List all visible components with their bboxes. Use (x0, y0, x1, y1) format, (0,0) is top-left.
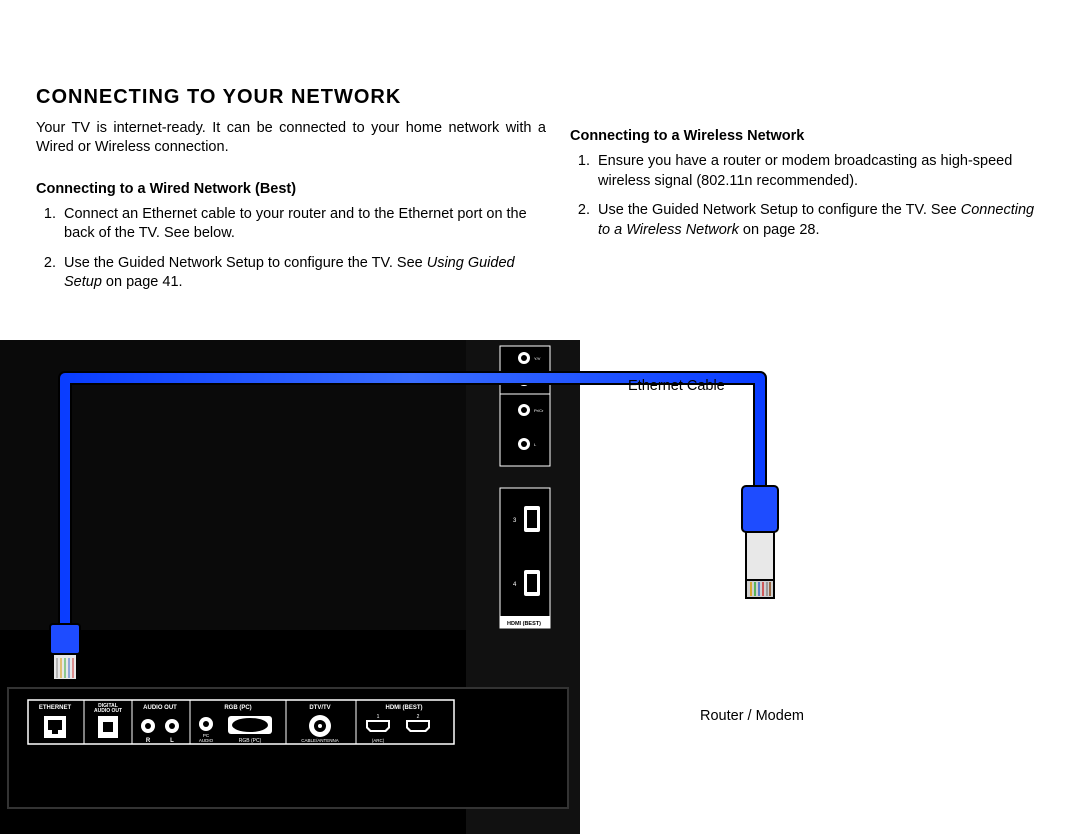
svg-text:CABLE/ANTENNA: CABLE/ANTENNA (301, 738, 339, 743)
wired-step-2b: on page 41. (102, 274, 183, 290)
wireless-heading: Connecting to a Wireless Network (570, 128, 1048, 144)
svg-text:Y/V: Y/V (534, 356, 541, 361)
svg-text:HDMI (BEST): HDMI (BEST) (507, 621, 541, 627)
port-dtvtv-label: DTV/TV (309, 705, 330, 711)
svg-text:2: 2 (417, 714, 420, 720)
svg-text:R: R (146, 738, 151, 744)
ethernet-plug-left-icon (50, 624, 80, 680)
wireless-step-2: Use the Guided Network Setup to configur… (594, 201, 1048, 240)
svg-text:(ARC): (ARC) (372, 738, 385, 743)
svg-text:1: 1 (377, 714, 380, 720)
svg-text:AUDIO OUT: AUDIO OUT (94, 708, 122, 714)
page-title: CONNECTING TO YOUR NETWORK (36, 86, 546, 109)
svg-text:RGB (PC): RGB (PC) (239, 738, 262, 744)
connection-diagram: ETHERNET DIGITAL AUDIO OUT AUDIO OUT RGB… (0, 338, 1080, 834)
wireless-step-1: Ensure you have a router or modem broadc… (594, 152, 1048, 191)
wireless-steps: Ensure you have a router or modem broadc… (570, 152, 1048, 240)
svg-text:AUDIO: AUDIO (199, 738, 214, 743)
wired-step-2: Use the Guided Network Setup to configur… (60, 254, 546, 293)
svg-text:L: L (170, 738, 174, 744)
port-hdmi-best-label: HDMI (BEST) (386, 705, 423, 711)
port-ethernet-label: ETHERNET (39, 705, 72, 711)
wireless-step-2a: Use the Guided Network Setup to configur… (598, 202, 961, 218)
ethernet-cable-label: Ethernet Cable (628, 378, 725, 394)
wired-step-2a: Use the Guided Network Setup to configur… (64, 255, 427, 271)
wired-heading: Connecting to a Wired Network (Best) (36, 181, 546, 197)
wireless-step-2b: on page 28. (739, 222, 820, 238)
wired-step-1: Connect an Ethernet cable to your router… (60, 205, 546, 244)
intro-text: Your TV is internet-ready. It can be con… (36, 119, 546, 157)
port-rgb-pc-label: RGB (PC) (224, 705, 251, 711)
router-modem-label: Router / Modem (700, 708, 804, 724)
ethernet-plug-right-icon (742, 486, 778, 598)
wired-steps: Connect an Ethernet cable to your router… (36, 205, 546, 293)
port-audio-out-label: AUDIO OUT (143, 705, 177, 711)
svg-text:Pr/Cr: Pr/Cr (534, 408, 544, 413)
